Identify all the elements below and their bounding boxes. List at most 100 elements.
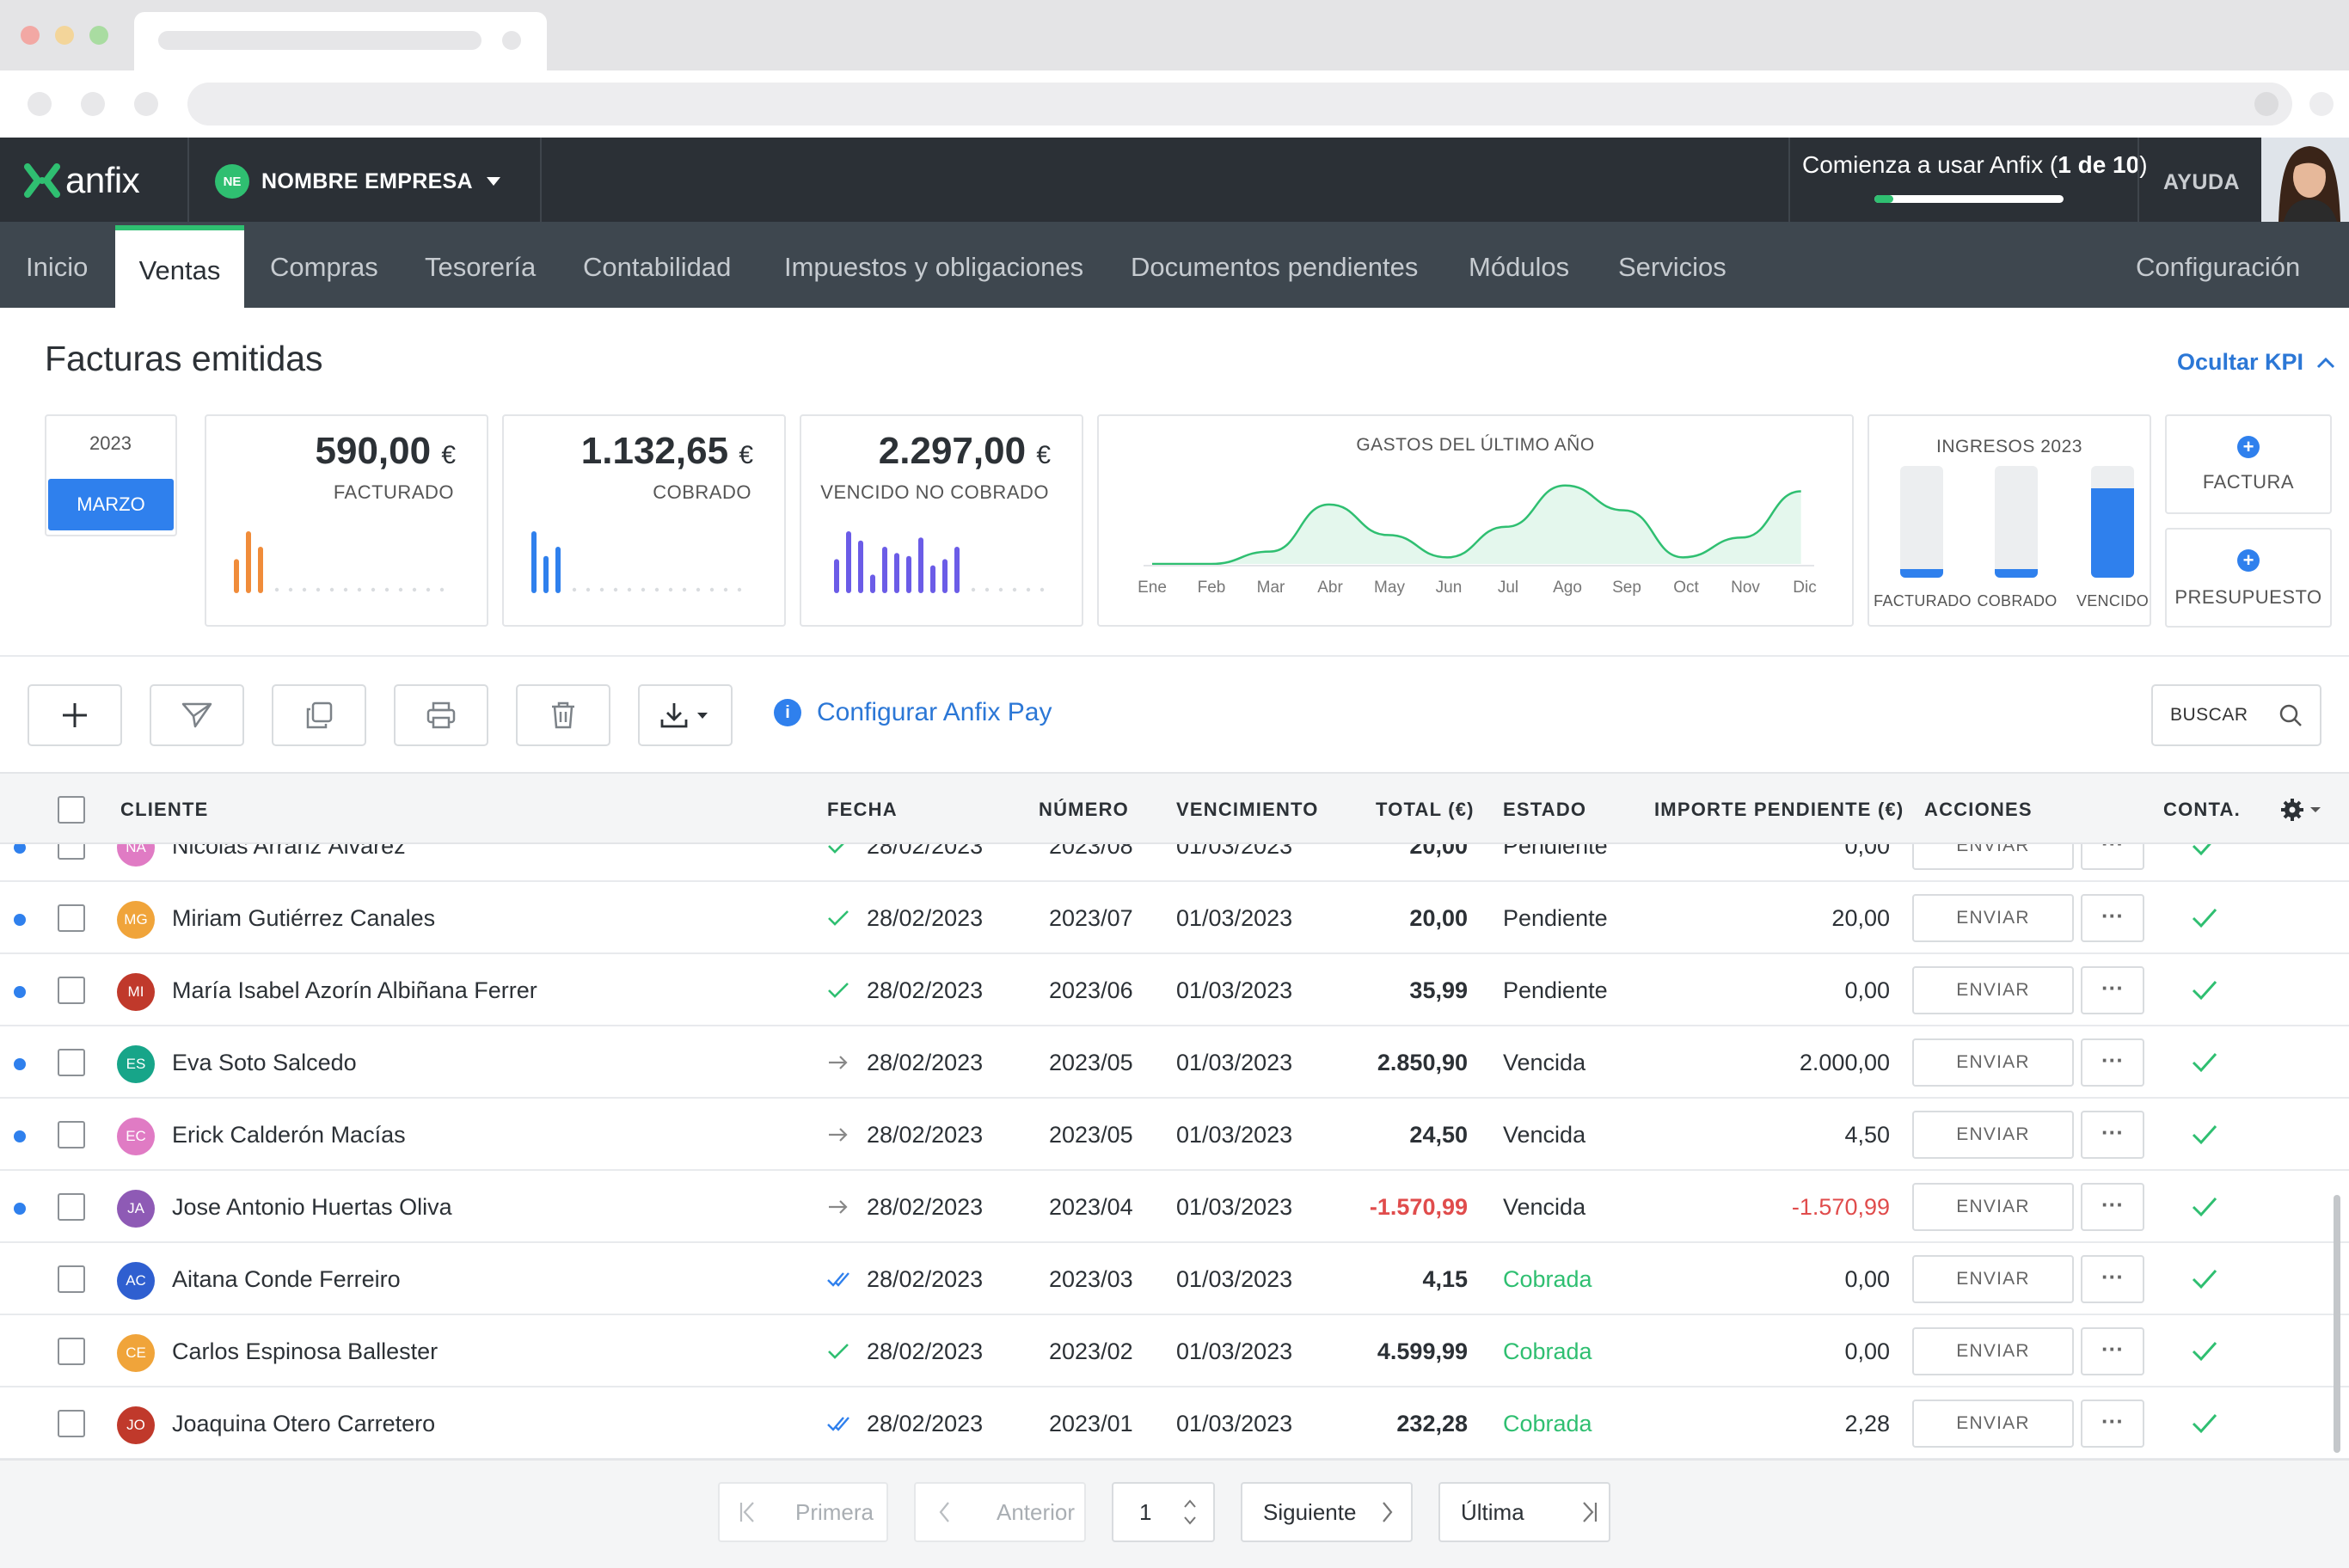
table-scrollbar[interactable] [2334,1195,2340,1453]
send-invoice-button[interactable] [150,684,244,746]
more-actions-button[interactable]: ··· [2081,1183,2144,1231]
header-numero[interactable]: NÚMERO [1039,774,1129,846]
more-actions-button[interactable]: ··· [2081,894,2144,942]
browser-reload-icon[interactable] [134,92,158,116]
header-cliente[interactable]: CLIENTE [120,774,209,846]
table-row[interactable]: NA Nicolás Arranz Álvarez 28/02/2023 2023/0… [0,844,2349,882]
send-button[interactable]: ENVIAR [1912,1111,2074,1159]
nav-item-contabilidad[interactable]: Contabilidad [583,222,731,308]
header-vencimiento[interactable]: VENCIMIENTO [1176,774,1319,846]
browser-address-bar[interactable] [187,83,2292,126]
client-name[interactable]: Joaquina Otero Carretero [172,1387,435,1459]
send-button[interactable]: ENVIAR [1912,1255,2074,1303]
user-avatar[interactable] [2261,138,2349,222]
client-name[interactable]: Miriam Gutiérrez Canales [172,882,435,954]
send-button[interactable]: ENVIAR [1912,1400,2074,1448]
table-row[interactable]: EC Erick Calderón Macías 28/02/2023 2023/05… [0,1099,2349,1171]
send-button[interactable]: ENVIAR [1912,1183,2074,1231]
send-button[interactable]: ENVIAR [1912,1038,2074,1087]
nav-item-ventas[interactable]: Ventas [115,225,244,308]
row-checkbox[interactable] [58,1410,85,1437]
nav-item-configuracion[interactable]: Configuración [2136,222,2300,308]
row-checkbox[interactable] [58,1265,85,1293]
close-window-dot[interactable] [21,26,40,45]
minimize-window-dot[interactable] [55,26,74,45]
client-name[interactable]: Erick Calderón Macías [172,1099,406,1171]
hide-kpi-toggle[interactable]: Ocultar KPI [2177,349,2336,376]
send-button[interactable]: ENVIAR [1912,1327,2074,1375]
duplicate-invoice-button[interactable] [272,684,366,746]
row-checkbox[interactable] [58,977,85,1004]
new-factura-button[interactable] [2165,414,2332,514]
send-button[interactable]: ENVIAR [1912,894,2074,942]
browser-back-icon[interactable] [28,92,52,116]
browser-extension-icon[interactable] [2254,92,2278,116]
previous-page-button[interactable]: Anterior [914,1482,1086,1542]
page-number-stepper[interactable]: 1 [1112,1482,1215,1542]
table-row[interactable]: CE Carlos Espinosa Ballester 28/02/2023 202… [0,1315,2349,1387]
columns-settings-button[interactable] [2280,798,2321,822]
nav-item-documentos-pendientes[interactable]: Documentos pendientes [1131,222,1418,308]
row-checkbox[interactable] [58,844,85,860]
send-button[interactable]: ENVIAR [1912,966,2074,1014]
row-checkbox[interactable] [58,1121,85,1148]
client-name[interactable]: Jose Antonio Huertas Oliva [172,1171,452,1243]
configure-anfix-pay-link[interactable]: i Configurar Anfix Pay [774,698,1052,727]
more-actions-button[interactable]: ··· [2081,1038,2144,1087]
table-row[interactable]: MI María Isabel Azorín Albiñana Ferrer 28/… [0,954,2349,1026]
header-conta[interactable]: CONTA. [2163,774,2241,846]
anfix-logo[interactable]: anfix [24,160,140,201]
header-estado[interactable]: ESTADO [1503,774,1586,846]
more-actions-button[interactable]: ··· [2081,1400,2144,1448]
cobrado-bar [543,555,549,593]
client-name[interactable]: María Isabel Azorín Albiñana Ferrer [172,954,537,1026]
period-month-button[interactable]: MARZO [48,479,174,530]
row-checkbox[interactable] [58,1338,85,1365]
select-all-checkbox[interactable] [58,796,85,824]
table-row[interactable]: MG Miriam Gutiérrez Canales 28/02/2023 2023… [0,882,2349,954]
client-name[interactable]: Carlos Espinosa Ballester [172,1315,438,1387]
more-actions-button[interactable]: ··· [2081,1327,2144,1375]
first-page-button[interactable]: Primera [718,1482,888,1542]
download-invoice-button[interactable] [638,684,733,746]
header-total[interactable]: TOTAL (€) [1376,774,1475,846]
table-row[interactable]: JO Joaquina Otero Carretero 28/02/2023 2023… [0,1387,2349,1459]
nav-item-inicio[interactable]: Inicio [26,222,88,308]
nav-item-compras[interactable]: Compras [270,222,378,308]
more-actions-button[interactable]: ··· [2081,1255,2144,1303]
nav-item-servicios[interactable]: Servicios [1618,222,1726,308]
last-page-button[interactable]: Última [1438,1482,1610,1542]
browser-tab-close-icon[interactable] [502,31,521,50]
more-actions-button[interactable]: ··· [2081,966,2144,1014]
print-invoice-button[interactable] [394,684,488,746]
send-button[interactable]: ENVIAR [1912,844,2074,870]
more-actions-button[interactable]: ··· [2081,844,2144,870]
delete-invoice-button[interactable] [516,684,610,746]
add-invoice-button[interactable] [28,684,122,746]
invoice-date: 28/02/2023 [867,844,984,859]
search-button[interactable]: BUSCAR [2151,684,2321,746]
row-checkbox[interactable] [58,904,85,932]
company-selector[interactable]: NE NOMBRE EMPRESA [215,164,502,199]
browser-forward-icon[interactable] [81,92,105,116]
header-importe-pendiente[interactable]: IMPORTE PENDIENTE (€) [1654,774,1904,846]
onboarding-link[interactable]: Comienza a usar Anfix (1 de 10) [1802,151,2148,179]
next-page-button[interactable]: Siguiente [1241,1482,1413,1542]
nav-item-tesoreria[interactable]: Tesorería [425,222,536,308]
header-fecha[interactable]: FECHA [827,774,898,846]
more-actions-button[interactable]: ··· [2081,1111,2144,1159]
nav-item-modulos[interactable]: Módulos [1469,222,1569,308]
table-row[interactable]: AC Aitana Conde Ferreiro 28/02/2023 2023/03… [0,1243,2349,1315]
row-checkbox[interactable] [58,1193,85,1221]
browser-menu-icon[interactable] [2309,92,2334,116]
help-button[interactable]: AYUDA [2163,170,2240,195]
new-presupuesto-button[interactable] [2165,528,2332,628]
table-row[interactable]: ES Eva Soto Salcedo 28/02/2023 2023/05 01/03… [0,1026,2349,1099]
maximize-window-dot[interactable] [89,26,108,45]
client-name[interactable]: Aitana Conde Ferreiro [172,1243,401,1315]
nav-item-impuestos[interactable]: Impuestos y obligaciones [784,222,1083,308]
table-row[interactable]: JA Jose Antonio Huertas Oliva 28/02/2023 20… [0,1171,2349,1243]
client-name[interactable]: Nicolás Arranz Álvarez [172,844,406,882]
row-checkbox[interactable] [58,1049,85,1076]
client-name[interactable]: Eva Soto Salcedo [172,1026,357,1099]
